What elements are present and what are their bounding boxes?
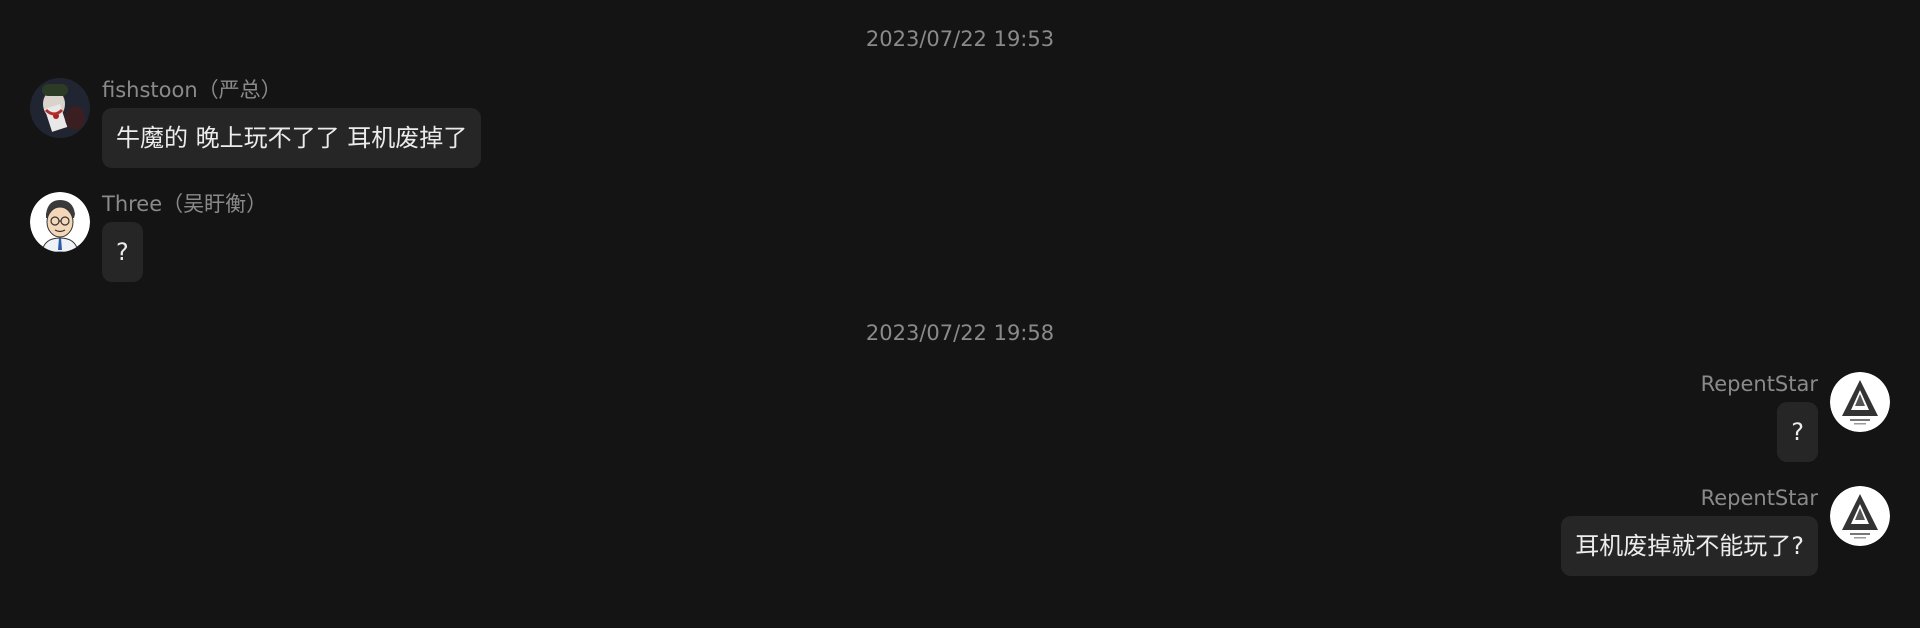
timestamp-divider: 2023/07/22 19:58 bbox=[865, 321, 1055, 345]
tri-logo-avatar-icon[interactable] bbox=[1830, 486, 1890, 546]
sender-name: RepentStar bbox=[1700, 486, 1818, 510]
sender-name: RepentStar bbox=[1700, 372, 1818, 396]
joker-avatar-icon[interactable] bbox=[30, 78, 90, 138]
message-bubble[interactable]: 牛魔的 晚上玩不了了 耳机废掉了 bbox=[102, 108, 482, 168]
sender-name: fishstoon（严总） bbox=[102, 78, 282, 102]
message-bubble[interactable]: 耳机废掉就不能玩了? bbox=[1561, 516, 1818, 576]
message-bubble[interactable]: ? bbox=[102, 222, 143, 282]
message-bubble[interactable]: ? bbox=[1777, 402, 1818, 462]
timestamp-divider: 2023/07/22 19:53 bbox=[865, 27, 1055, 51]
sender-name: Three（吴盱衡） bbox=[102, 192, 268, 216]
cartoon-man-avatar-icon[interactable] bbox=[30, 192, 90, 252]
tri-logo-avatar-icon[interactable] bbox=[1830, 372, 1890, 432]
chat-window: 2023/07/22 19:53 fishstoon（严总） 牛魔的 晚上玩不了… bbox=[0, 0, 1920, 628]
